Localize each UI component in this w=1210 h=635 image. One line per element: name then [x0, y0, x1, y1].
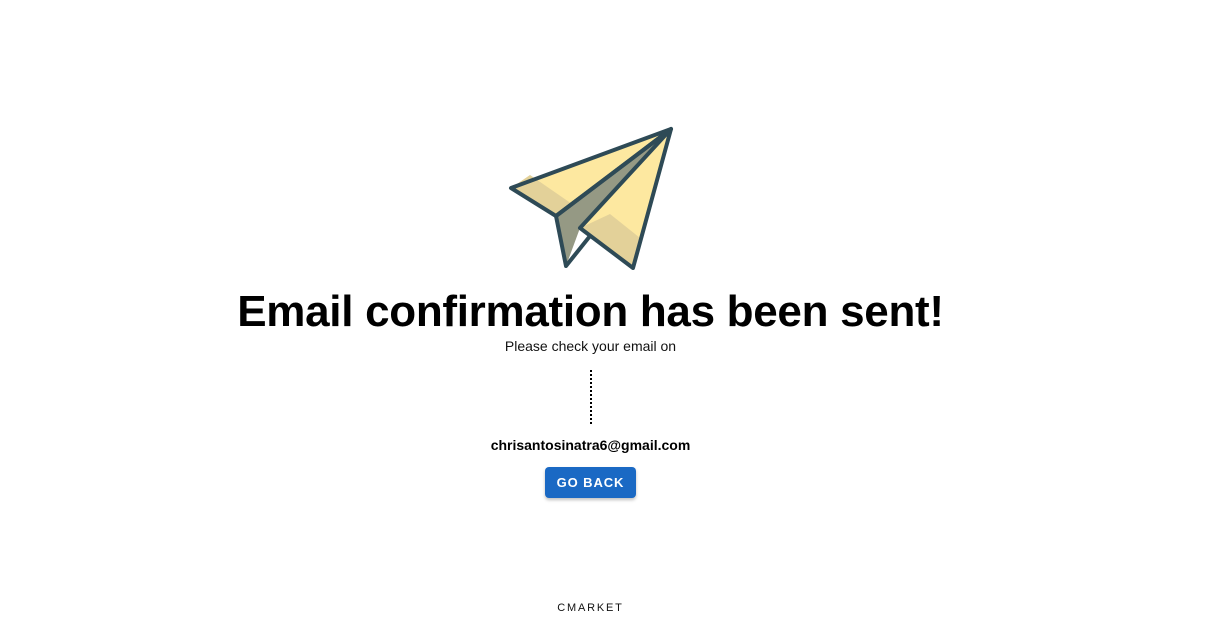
email-confirmation-page: Email confirmation has been sent! Please…: [0, 0, 1210, 635]
email-address: chrisantosinatra6@gmail.com: [490, 437, 691, 453]
footer-brand: CMARKET: [557, 602, 624, 614]
dotted-divider: [590, 370, 592, 424]
go-back-button[interactable]: GO BACK: [545, 467, 636, 498]
instruction-text: Please check your email on: [504, 338, 677, 354]
page-title: Email confirmation has been sent!: [237, 287, 944, 336]
paper-plane-icon: [509, 127, 673, 270]
